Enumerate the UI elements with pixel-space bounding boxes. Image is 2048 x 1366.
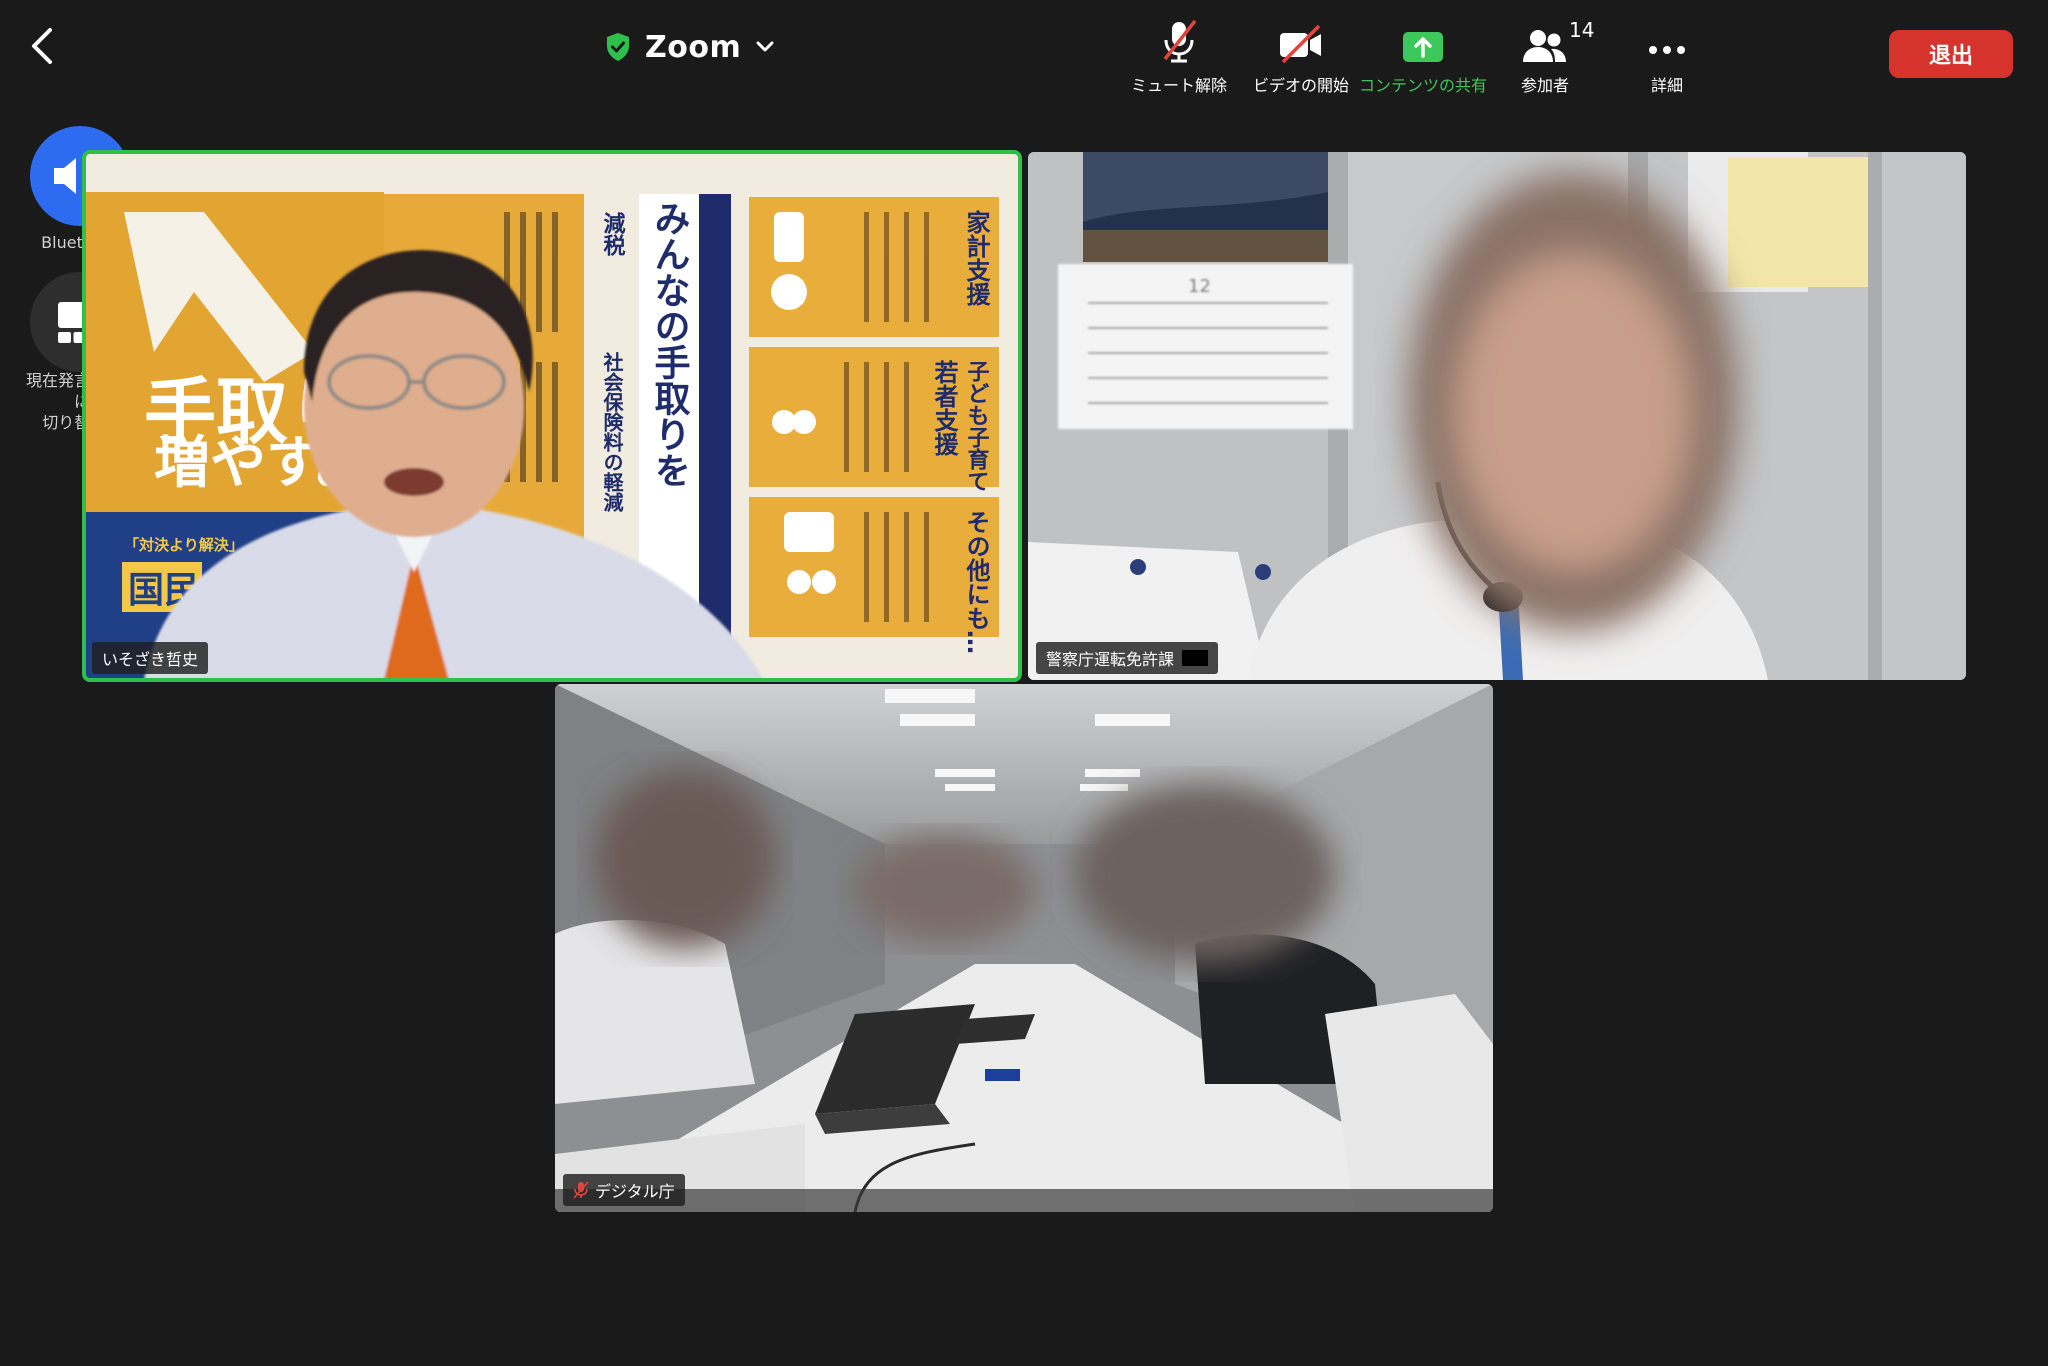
poster-column-tax: 減税 xyxy=(600,212,626,257)
share-content-button[interactable]: コンテンツの共有 xyxy=(1359,14,1488,96)
chevron-down-icon xyxy=(756,41,774,52)
more-button[interactable]: 詳細 xyxy=(1606,14,1728,96)
meeting-toolbar: ミュート解除 ビデオの開始 コンテンツの共有 14 参加者 詳細 xyxy=(1118,14,1728,96)
participants-count: 14 xyxy=(1569,18,1595,42)
poster-column-other: その他にも… xyxy=(962,510,991,654)
calendar-month: 12 xyxy=(1188,276,1211,297)
more-dots-icon xyxy=(1649,46,1685,54)
share-content-label: コンテンツの共有 xyxy=(1359,76,1488,95)
back-button[interactable] xyxy=(22,22,62,70)
meeting-title: Zoom xyxy=(645,29,742,65)
shield-check-icon xyxy=(607,33,629,61)
poster-vertical-main: みんなの手取りを xyxy=(649,200,691,488)
poster-column-household: 家計支援 xyxy=(962,209,990,307)
poster-column-children: 子ども子育て xyxy=(964,360,990,492)
start-video-button[interactable]: ビデオの開始 xyxy=(1240,14,1362,96)
microphone-muted-icon xyxy=(1163,19,1197,63)
poster-column-insurance: 社会保険料の軽減 xyxy=(600,351,624,513)
participants-label: 参加者 xyxy=(1520,76,1569,95)
participant-name: デジタル庁 xyxy=(595,1182,675,1201)
video-tile-active-speaker[interactable]: 手取り 増やす。 「対決より解決」 国民 減税 社会保険料の軽減 みんなの手取り… xyxy=(82,150,1022,682)
participant-video-feed: 12 xyxy=(1028,152,1966,680)
participant-name: いそざき哲史 xyxy=(102,650,199,669)
more-label: 詳細 xyxy=(1650,76,1683,95)
start-video-label: ビデオの開始 xyxy=(1252,76,1349,95)
participants-icon xyxy=(1523,30,1566,62)
speaker-video-feed: 手取り 増やす。 「対決より解決」 国民 減税 社会保険料の軽減 みんなの手取り… xyxy=(84,152,1020,680)
participant-name-tag: いそざき哲史 xyxy=(92,642,209,674)
video-tile-participant[interactable]: 12 警察庁運転免許課 xyxy=(1028,152,1966,680)
video-camera-off-icon xyxy=(1280,24,1321,64)
unmute-button[interactable]: ミュート解除 xyxy=(1118,14,1240,96)
poster-column-youth: 若者支援 xyxy=(930,360,959,457)
zoom-meeting-window: Zoom ミュート解除 ビデオの開始 コンテンツの共有 14 参加者 詳細 退出… xyxy=(0,0,2048,1366)
microphone-muted-icon xyxy=(573,1181,589,1199)
leave-button[interactable]: 退出 xyxy=(1889,30,2013,78)
participant-name-tag: 警察庁運転免許課 xyxy=(1036,642,1219,674)
redaction-block xyxy=(1182,650,1209,666)
share-screen-icon xyxy=(1403,32,1443,62)
meeting-title-dropdown[interactable]: Zoom xyxy=(605,22,775,72)
conference-room-video-feed xyxy=(555,684,1493,1212)
poster-small-banner: 「対決より解決」 xyxy=(124,536,244,554)
participants-button[interactable]: 14 参加者 xyxy=(1484,14,1606,96)
chevron-left-icon xyxy=(32,28,52,64)
video-tile-participant[interactable]: デジタル庁 xyxy=(555,684,1493,1212)
participant-name: 警察庁運転免許課 xyxy=(1046,650,1175,669)
participant-name-tag: デジタル庁 xyxy=(563,1174,685,1206)
unmute-label: ミュート解除 xyxy=(1130,76,1227,95)
